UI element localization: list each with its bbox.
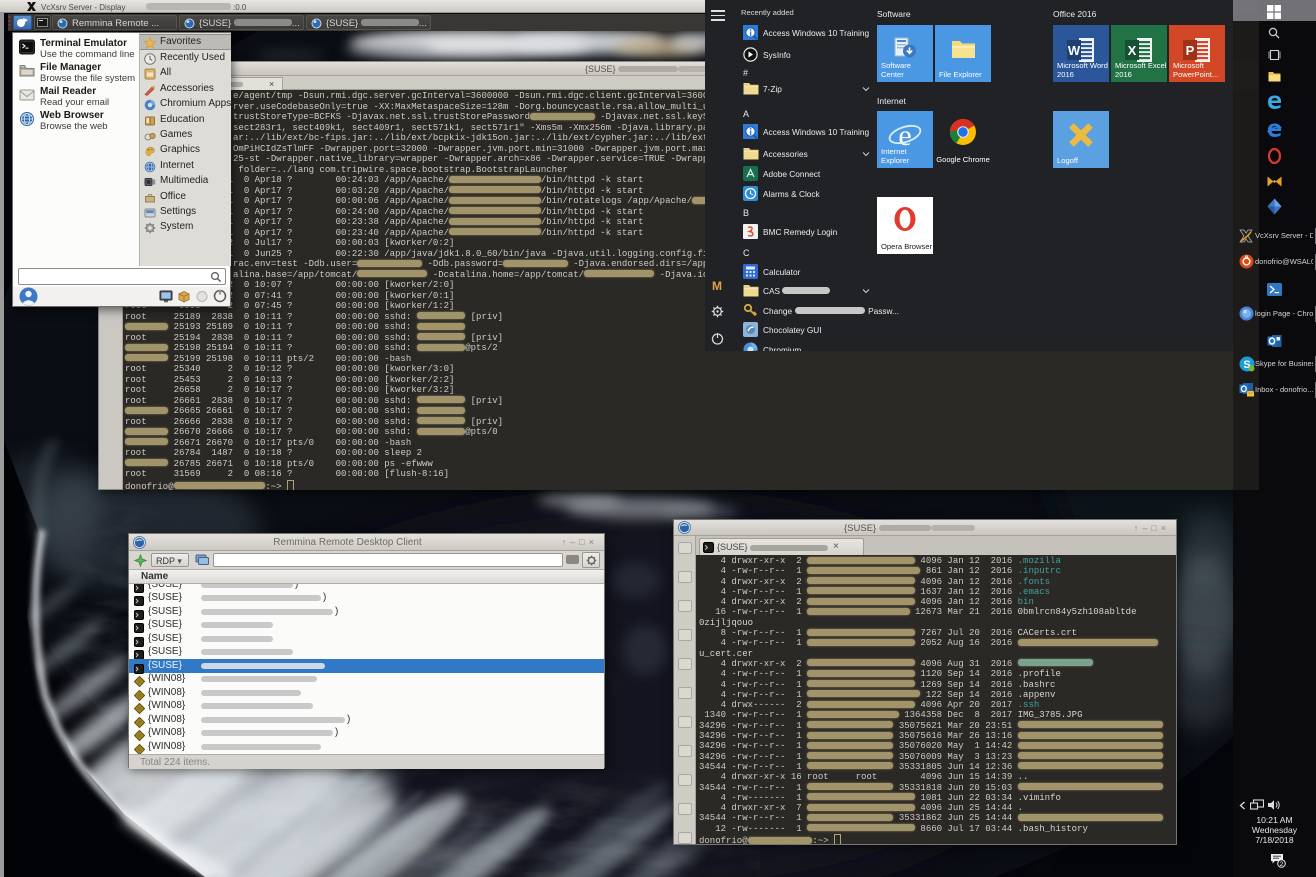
svg-text:2: 2 [1280,861,1284,868]
svg-text:W: W [1068,43,1081,58]
svg-text:X: X [1128,43,1137,58]
svg-text:P: P [1186,43,1195,58]
